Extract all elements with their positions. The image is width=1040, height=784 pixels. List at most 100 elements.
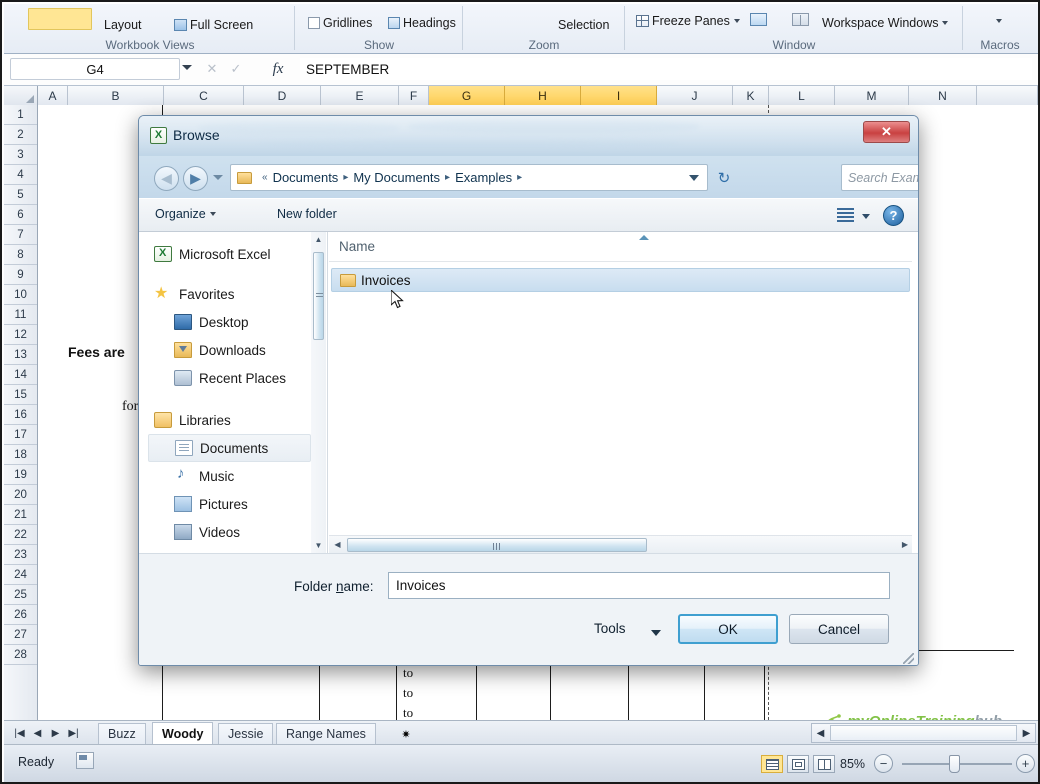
- normal-view-button[interactable]: [761, 755, 783, 773]
- page-break-view-button[interactable]: [813, 755, 835, 773]
- search-input[interactable]: Search Examples: [848, 171, 918, 185]
- breadcrumb-documents[interactable]: Documents: [273, 170, 339, 185]
- folder-name-input[interactable]: Invoices: [388, 572, 890, 599]
- navigation-pane-scrollbar[interactable]: ▲ ▼: [311, 232, 326, 553]
- column-header-C[interactable]: C: [164, 86, 244, 105]
- ribbon-cmd-freeze-panes[interactable]: Freeze Panes: [636, 14, 740, 28]
- cancel-formula-icon[interactable]: ✕: [200, 58, 224, 80]
- select-all-corner[interactable]: [4, 86, 38, 105]
- nav-item-desktop[interactable]: Desktop: [148, 308, 311, 336]
- cell-F28[interactable]: to: [403, 705, 413, 720]
- row-header[interactable]: 14: [4, 365, 37, 385]
- scroll-right-arrow-icon[interactable]: ▶: [1018, 724, 1035, 742]
- row-header[interactable]: 3: [4, 145, 37, 165]
- file-list-horizontal-scrollbar[interactable]: ◀ ▶: [329, 535, 912, 553]
- view-mode-icon[interactable]: [837, 208, 854, 223]
- history-dropdown-icon[interactable]: [213, 175, 223, 180]
- back-button[interactable]: ◀: [154, 166, 179, 191]
- address-dropdown-icon[interactable]: [689, 175, 699, 181]
- breadcrumb-my-documents[interactable]: My Documents: [353, 170, 440, 185]
- ribbon-cmd-zoom-selection[interactable]: Selection: [558, 18, 609, 32]
- column-header-L[interactable]: L: [769, 86, 835, 105]
- column-header-N[interactable]: N: [909, 86, 977, 105]
- zoom-out-button[interactable]: −: [874, 754, 893, 773]
- breadcrumb-examples[interactable]: Examples: [455, 170, 512, 185]
- row-header[interactable]: 20: [4, 485, 37, 505]
- close-icon[interactable]: ✕: [863, 121, 910, 143]
- row-header[interactable]: 17: [4, 425, 37, 445]
- row-header[interactable]: 24: [4, 565, 37, 585]
- zoom-level[interactable]: 85%: [840, 757, 865, 771]
- cancel-button[interactable]: Cancel: [789, 614, 889, 644]
- cell-B6[interactable]: Fees are: [68, 344, 125, 360]
- column-header-F[interactable]: F: [399, 86, 429, 105]
- ribbon-cmd-page-layout[interactable]: Layout: [104, 18, 142, 32]
- row-header[interactable]: 6: [4, 205, 37, 225]
- formula-input[interactable]: SEPTEMBER: [300, 58, 1032, 80]
- row-header[interactable]: 21: [4, 505, 37, 525]
- ribbon-cmd-workspace-windows[interactable]: Workspace Windows: [822, 16, 949, 30]
- prev-sheet-button[interactable]: ◀: [30, 725, 45, 741]
- nav-item-music[interactable]: Music: [148, 462, 311, 490]
- sheet-tab-buzz[interactable]: Buzz: [98, 723, 146, 744]
- column-header-H[interactable]: H: [505, 86, 581, 105]
- row-header[interactable]: 27: [4, 625, 37, 645]
- resize-grip[interactable]: [903, 653, 914, 664]
- enter-formula-icon[interactable]: ✓: [224, 58, 248, 80]
- column-header-I[interactable]: I: [581, 86, 657, 105]
- insert-function-icon[interactable]: fx: [266, 58, 290, 80]
- pane-splitter[interactable]: [327, 232, 328, 553]
- nav-item-recent-places[interactable]: Recent Places: [148, 364, 311, 392]
- ribbon-cmd-split[interactable]: [750, 12, 767, 27]
- ribbon-cmd-arrange[interactable]: [792, 12, 809, 27]
- chevron-down-icon[interactable]: [651, 630, 661, 636]
- nav-item-microsoft-excel[interactable]: Microsoft Excel: [148, 240, 311, 268]
- row-header[interactable]: 11: [4, 305, 37, 325]
- row-header[interactable]: 4: [4, 165, 37, 185]
- row-header[interactable]: 22: [4, 525, 37, 545]
- new-folder-button[interactable]: New folder: [277, 207, 337, 221]
- sheet-tab-woody[interactable]: Woody: [152, 722, 214, 745]
- column-header-B[interactable]: B: [68, 86, 164, 105]
- scroll-left-arrow-icon[interactable]: ◀: [329, 540, 346, 549]
- sheet-tab-range-names[interactable]: Range Names: [276, 723, 376, 744]
- refresh-icon[interactable]: ↻: [711, 164, 737, 191]
- cell-F26[interactable]: to: [403, 665, 413, 681]
- column-header-J[interactable]: J: [657, 86, 733, 105]
- scroll-left-arrow-icon[interactable]: ◀: [812, 724, 829, 742]
- column-header-G[interactable]: G: [429, 86, 505, 105]
- column-header-D[interactable]: D: [244, 86, 321, 105]
- ribbon-cmd-headings[interactable]: Headings: [388, 16, 456, 30]
- column-header-name[interactable]: Name: [329, 239, 375, 254]
- nav-item-downloads[interactable]: Downloads: [148, 336, 311, 364]
- ribbon-cmd-full-screen[interactable]: Full Screen: [174, 18, 253, 32]
- row-header[interactable]: 1: [4, 105, 37, 125]
- ok-button[interactable]: OK: [678, 614, 778, 644]
- ribbon-cmd-macros[interactable]: [992, 14, 1002, 28]
- row-header[interactable]: 7: [4, 225, 37, 245]
- column-header-A[interactable]: A: [38, 86, 68, 105]
- row-header[interactable]: 8: [4, 245, 37, 265]
- row-header[interactable]: 23: [4, 545, 37, 565]
- address-breadcrumb-bar[interactable]: « Documents ▸ My Documents ▸ Examples ▸: [230, 164, 708, 191]
- name-box-dropdown-icon[interactable]: [182, 65, 192, 70]
- row-header[interactable]: 18: [4, 445, 37, 465]
- first-sheet-button[interactable]: |◀: [12, 725, 27, 741]
- ribbon-cmd-gridlines[interactable]: Gridlines: [308, 16, 372, 30]
- macro-record-icon[interactable]: [76, 752, 94, 769]
- row-header[interactable]: 10: [4, 285, 37, 305]
- nav-item-libraries[interactable]: Libraries: [148, 406, 311, 434]
- zoom-slider-thumb[interactable]: [949, 755, 960, 773]
- row-header[interactable]: 26: [4, 605, 37, 625]
- row-header[interactable]: 9: [4, 265, 37, 285]
- row-header[interactable]: 12: [4, 325, 37, 345]
- row-header[interactable]: 5: [4, 185, 37, 205]
- horizontal-scrollbar[interactable]: ◀ ▶: [811, 723, 1036, 743]
- organize-button[interactable]: Organize: [155, 207, 216, 221]
- row-header[interactable]: 13: [4, 345, 37, 365]
- file-list[interactable]: Name Invoices ◀ ▶: [329, 232, 912, 553]
- next-sheet-button[interactable]: ▶: [48, 725, 63, 741]
- column-header-M[interactable]: M: [835, 86, 909, 105]
- tools-button[interactable]: Tools: [594, 621, 626, 636]
- scrollbar-thumb[interactable]: [347, 537, 647, 552]
